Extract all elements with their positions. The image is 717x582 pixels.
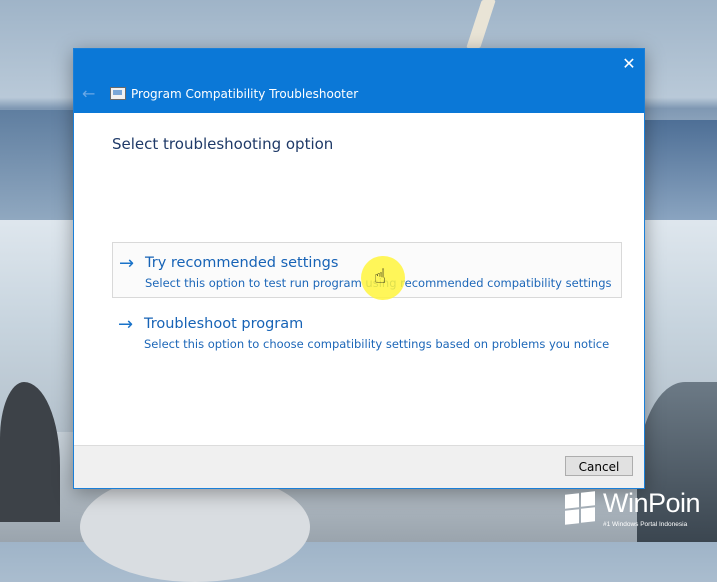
penguin-figure — [0, 382, 60, 522]
arrow-right-icon: → — [119, 253, 135, 274]
option-description: Select this option to choose compatibili… — [144, 337, 610, 351]
windows-logo-icon — [565, 491, 597, 525]
program-compatibility-icon — [110, 87, 126, 100]
cancel-button[interactable]: Cancel — [565, 456, 633, 476]
arrow-right-icon: → — [118, 314, 134, 335]
page-heading: Select troubleshooting option — [112, 135, 334, 153]
dialog-content: Select troubleshooting option → Try reco… — [74, 113, 644, 446]
option-title[interactable]: Troubleshoot program — [144, 316, 303, 332]
back-button[interactable]: ← — [82, 84, 95, 103]
ice-cliff-left — [0, 110, 74, 220]
option-title[interactable]: Try recommended settings — [145, 255, 338, 271]
troubleshooter-window: ✕ ← Program Compatibility Troubleshooter… — [73, 48, 645, 489]
narwhal-tusk — [466, 0, 496, 48]
ice-cliff-right — [643, 120, 717, 220]
watermark-brand: WinPoin — [603, 488, 701, 518]
hand-pointer-icon: ☝ — [374, 264, 387, 288]
window-title: Program Compatibility Troubleshooter — [131, 87, 359, 101]
option-troubleshoot-program[interactable]: → Troubleshoot program Select this optio… — [112, 304, 622, 360]
watermark-tagline: #1 Windows Portal Indonesia — [603, 521, 688, 528]
close-icon: ✕ — [622, 54, 636, 73]
winpoin-watermark: WinPoin #1 Windows Portal Indonesia — [565, 488, 717, 532]
close-button[interactable]: ✕ — [614, 49, 644, 79]
title-bar: ✕ ← Program Compatibility Troubleshooter — [74, 49, 644, 113]
back-arrow-icon: ← — [82, 84, 96, 103]
dialog-footer: Cancel — [74, 445, 644, 488]
